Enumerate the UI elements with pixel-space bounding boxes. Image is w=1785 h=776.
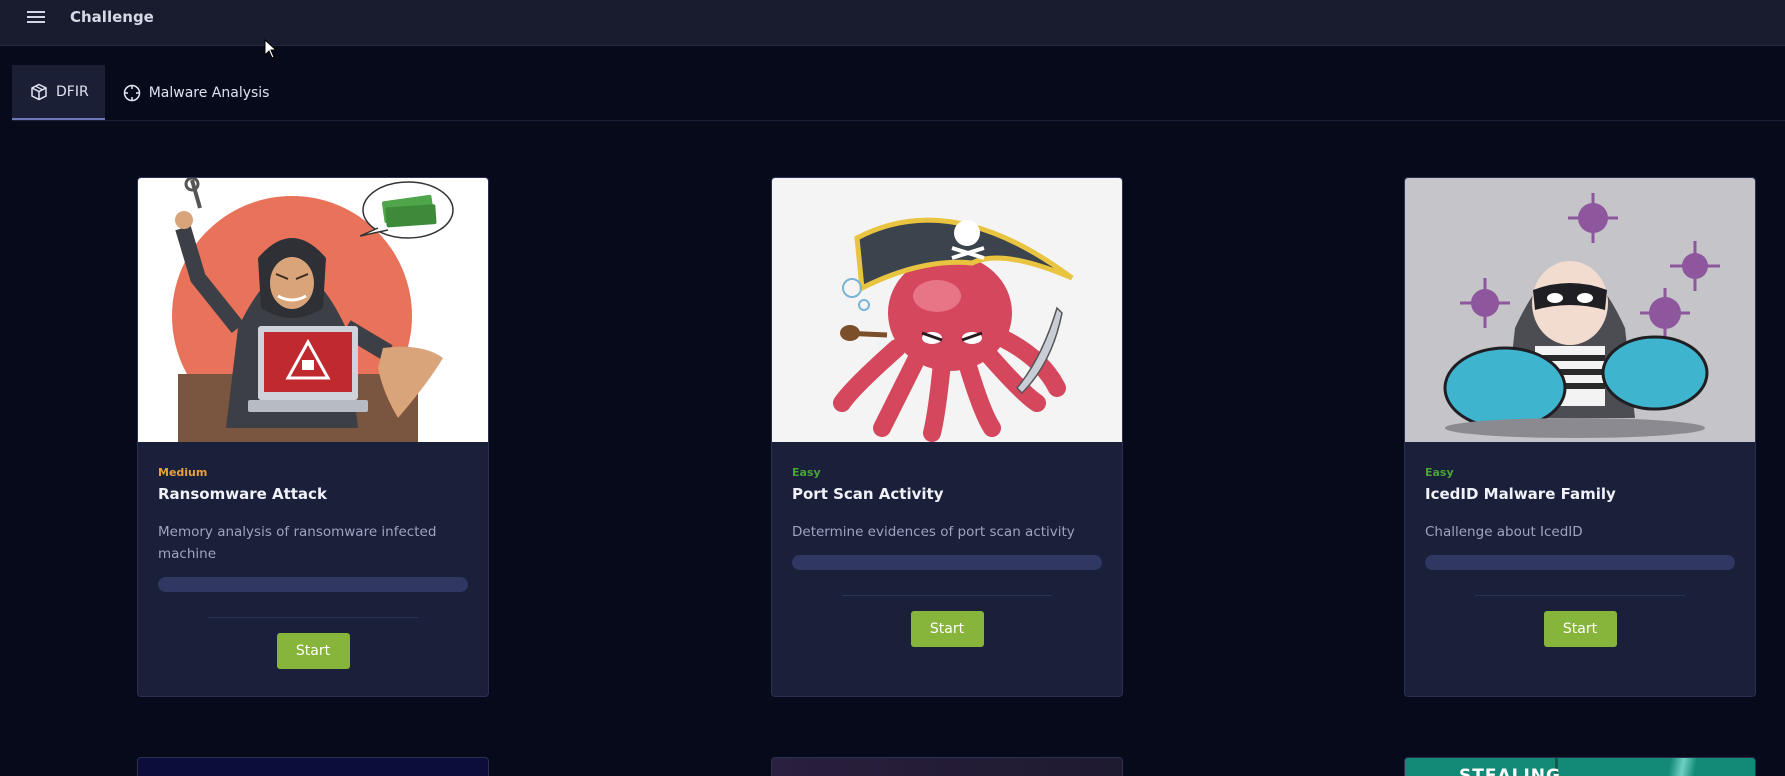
hamburger-icon xyxy=(27,10,45,23)
tab-label: DFIR xyxy=(56,83,89,100)
pirate-octopus-illustration xyxy=(772,178,1122,442)
card-description: Challenge about IcedID xyxy=(1425,524,1583,540)
cube-icon xyxy=(31,83,47,100)
category-tabs: DFIR Malware Analysis xyxy=(12,65,285,120)
tab-dfir[interactable]: DFIR xyxy=(12,65,105,120)
progress-bar xyxy=(158,577,468,592)
card-title: IcedID Malware Family xyxy=(1425,485,1616,503)
progress-bar xyxy=(1425,555,1735,570)
start-button[interactable]: Start xyxy=(910,611,984,647)
challenge-card-ransomware: Medium Ransomware Attack Memory analysis… xyxy=(137,177,489,697)
start-button[interactable]: Start xyxy=(276,633,350,669)
difficulty-label: Medium xyxy=(158,466,208,479)
progress-bar xyxy=(792,555,1102,570)
card-title: Port Scan Activity xyxy=(792,485,944,503)
ransomware-hacker-illustration xyxy=(138,178,488,442)
challenge-card-partial[interactable] xyxy=(137,757,489,776)
card-description: Memory analysis of ransomware infected m… xyxy=(158,524,437,562)
mouse-cursor-icon xyxy=(264,39,278,59)
card-image-text: STEALING xyxy=(1459,766,1561,776)
page-title: Challenge xyxy=(70,7,154,26)
tab-label: Malware Analysis xyxy=(148,84,270,101)
masked-hacker-virus-illustration xyxy=(1405,178,1755,442)
card-divider xyxy=(842,595,1052,596)
challenge-card-port-scan: Easy Port Scan Activity Determine eviden… xyxy=(771,177,1123,697)
start-button[interactable]: Start xyxy=(1543,611,1617,647)
challenge-card-partial[interactable] xyxy=(771,757,1123,776)
card-title: Ransomware Attack xyxy=(158,485,327,503)
card-divider xyxy=(208,617,418,618)
challenge-card-partial[interactable]: STEALING xyxy=(1404,757,1756,776)
tab-malware-analysis[interactable]: Malware Analysis xyxy=(105,65,286,120)
hamburger-menu-button[interactable] xyxy=(18,5,54,41)
card-divider xyxy=(1475,595,1685,596)
card-description: Determine evidences of port scan activit… xyxy=(792,524,1075,540)
difficulty-label: Easy xyxy=(1425,466,1454,479)
crosshair-icon xyxy=(123,84,140,101)
challenge-card-icedid: Easy IcedID Malware Family Challenge abo… xyxy=(1404,177,1756,697)
tabs-divider xyxy=(12,120,1785,121)
difficulty-label: Easy xyxy=(792,466,821,479)
